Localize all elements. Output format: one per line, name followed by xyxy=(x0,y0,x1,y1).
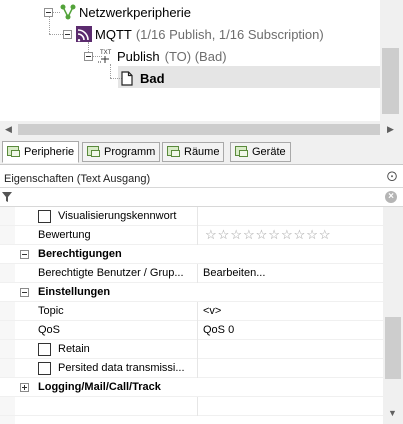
panel-icon xyxy=(87,146,101,158)
property-name: Berechtigte Benutzer / Grup... xyxy=(38,267,184,279)
tree-item-bad[interactable]: Bad xyxy=(121,68,165,88)
scroll-right-icon[interactable]: ▶ xyxy=(387,121,394,138)
collapse-toggle[interactable] xyxy=(20,288,29,297)
scroll-down-icon[interactable]: ▼ xyxy=(388,405,397,422)
tree-item-label: Netzwerkperipherie xyxy=(79,4,191,20)
mqtt-icon xyxy=(76,26,92,42)
star-icon[interactable]: ☆ xyxy=(294,228,306,242)
property-name: Bewertung xyxy=(38,229,91,241)
tab-peripherie[interactable]: Peripherie xyxy=(2,141,80,163)
network-icon xyxy=(60,4,76,20)
star-icon[interactable]: ☆ xyxy=(218,228,230,242)
panel-icon xyxy=(167,146,181,158)
property-name: Visualisierungskennwort xyxy=(58,210,177,222)
property-name: Retain xyxy=(58,343,90,355)
property-name: QoS xyxy=(38,324,61,336)
app-window: Netzwerkperipherie MQTT (1/16 Publish, 1… xyxy=(0,0,403,424)
panel-icon xyxy=(7,146,21,158)
retain-checkbox[interactable] xyxy=(38,343,51,356)
tab-programm[interactable]: Programm xyxy=(82,142,161,162)
topic-value[interactable]: <v> xyxy=(203,302,221,321)
collapse-toggle[interactable] xyxy=(63,29,72,39)
star-icon[interactable]: ☆ xyxy=(230,228,242,242)
scroll-left-icon[interactable]: ◀ xyxy=(5,121,12,138)
text-output-icon: TXT xyxy=(98,50,112,63)
property-row-topic[interactable]: Topic <v> xyxy=(0,302,383,321)
tab-raeume[interactable]: Räume xyxy=(162,142,225,162)
property-grid: Visualisierungskennwort Bewertung ☆ ☆ ☆ … xyxy=(0,207,383,424)
tab-geraete[interactable]: Geräte xyxy=(230,142,291,162)
tree-item-label: MQTT xyxy=(95,26,132,42)
clear-filter-icon[interactable]: × xyxy=(385,191,397,203)
property-row-qos[interactable]: QoS QoS 0 xyxy=(0,321,383,340)
category-berechtigungen[interactable]: Berechtigungen xyxy=(0,245,383,264)
tab-label: Peripherie xyxy=(24,146,75,158)
category-logging[interactable]: Logging/Mail/Call/Track xyxy=(0,378,383,397)
property-row-bewertung[interactable]: Bewertung ☆ ☆ ☆ ☆ ☆ ☆ ☆ ☆ ☆ ☆ xyxy=(0,226,383,245)
properties-vertical-scrollbar[interactable]: ▼ xyxy=(383,207,403,424)
filter-icon xyxy=(2,192,12,202)
tree-item-label: Bad xyxy=(140,70,165,86)
persisted-checkbox[interactable] xyxy=(38,362,51,375)
star-icon[interactable]: ☆ xyxy=(306,228,318,242)
tab-bar: Peripherie Programm Räume Geräte xyxy=(0,138,403,165)
filter-bar[interactable]: × xyxy=(0,187,403,207)
star-icon[interactable]: ☆ xyxy=(205,228,217,242)
tree-item-netzwerkperipherie[interactable]: Netzwerkperipherie xyxy=(44,2,191,22)
empty-row xyxy=(0,397,383,416)
expand-toggle[interactable] xyxy=(20,383,29,392)
scrollbar-thumb[interactable] xyxy=(18,124,380,135)
category-einstellungen[interactable]: Einstellungen xyxy=(0,283,383,302)
collapse-toggle[interactable] xyxy=(44,7,53,17)
tab-label: Räume xyxy=(184,146,220,158)
star-icon[interactable]: ☆ xyxy=(243,228,255,242)
scrollbar-thumb[interactable] xyxy=(385,317,401,379)
property-row-visualisierungskennwort[interactable]: Visualisierungskennwort xyxy=(0,207,383,226)
star-icon[interactable]: ☆ xyxy=(319,228,331,242)
rating-stars[interactable]: ☆ ☆ ☆ ☆ ☆ ☆ ☆ ☆ ☆ ☆ xyxy=(205,228,331,242)
tree-item-publish[interactable]: TXT Publish (TO) (Bad) xyxy=(84,46,227,66)
property-name: Persited data transmissi... xyxy=(58,362,185,374)
edit-permissions-button[interactable]: Bearbeiten... xyxy=(203,264,265,283)
tab-label: Programm xyxy=(104,146,156,158)
document-icon xyxy=(121,70,133,86)
property-row-persisted[interactable]: Persited data transmissi... xyxy=(0,359,383,378)
panel-icon xyxy=(235,146,249,158)
tree-view: Netzwerkperipherie MQTT (1/16 Publish, 1… xyxy=(0,0,380,121)
tree-item-mqtt[interactable]: MQTT (1/16 Publish, 1/16 Subscription) xyxy=(63,24,324,44)
qos-value[interactable]: QoS 0 xyxy=(203,321,234,340)
properties-title: Eigenschaften (Text Ausgang) xyxy=(0,170,403,187)
checkbox[interactable] xyxy=(38,210,51,223)
category-label: Berechtigungen xyxy=(38,248,122,260)
category-label: Einstellungen xyxy=(38,286,111,298)
property-row-berechtigte-benutzer[interactable]: Berechtigte Benutzer / Grup... Bearbeite… xyxy=(0,264,383,283)
tree-item-suffix: (TO) (Bad) xyxy=(164,48,227,64)
tree-vertical-scrollbar[interactable] xyxy=(380,0,403,121)
star-icon[interactable]: ☆ xyxy=(268,228,280,242)
tree-horizontal-scrollbar[interactable]: ◀ ▶ xyxy=(0,121,403,138)
property-name: Topic xyxy=(38,305,64,317)
pin-icon[interactable]: ⨀ xyxy=(387,171,397,182)
svg-text:TXT: TXT xyxy=(100,50,112,56)
tree-item-suffix: (1/16 Publish, 1/16 Subscription) xyxy=(135,26,324,42)
category-label: Logging/Mail/Call/Track xyxy=(38,381,161,393)
scrollbar-thumb[interactable] xyxy=(382,48,399,114)
tree-item-label: Publish xyxy=(117,48,160,64)
property-row-retain[interactable]: Retain xyxy=(0,340,383,359)
collapse-toggle[interactable] xyxy=(84,51,93,61)
tab-label: Geräte xyxy=(252,146,286,158)
collapse-toggle[interactable] xyxy=(20,250,29,259)
star-icon[interactable]: ☆ xyxy=(256,228,268,242)
star-icon[interactable]: ☆ xyxy=(281,228,293,242)
